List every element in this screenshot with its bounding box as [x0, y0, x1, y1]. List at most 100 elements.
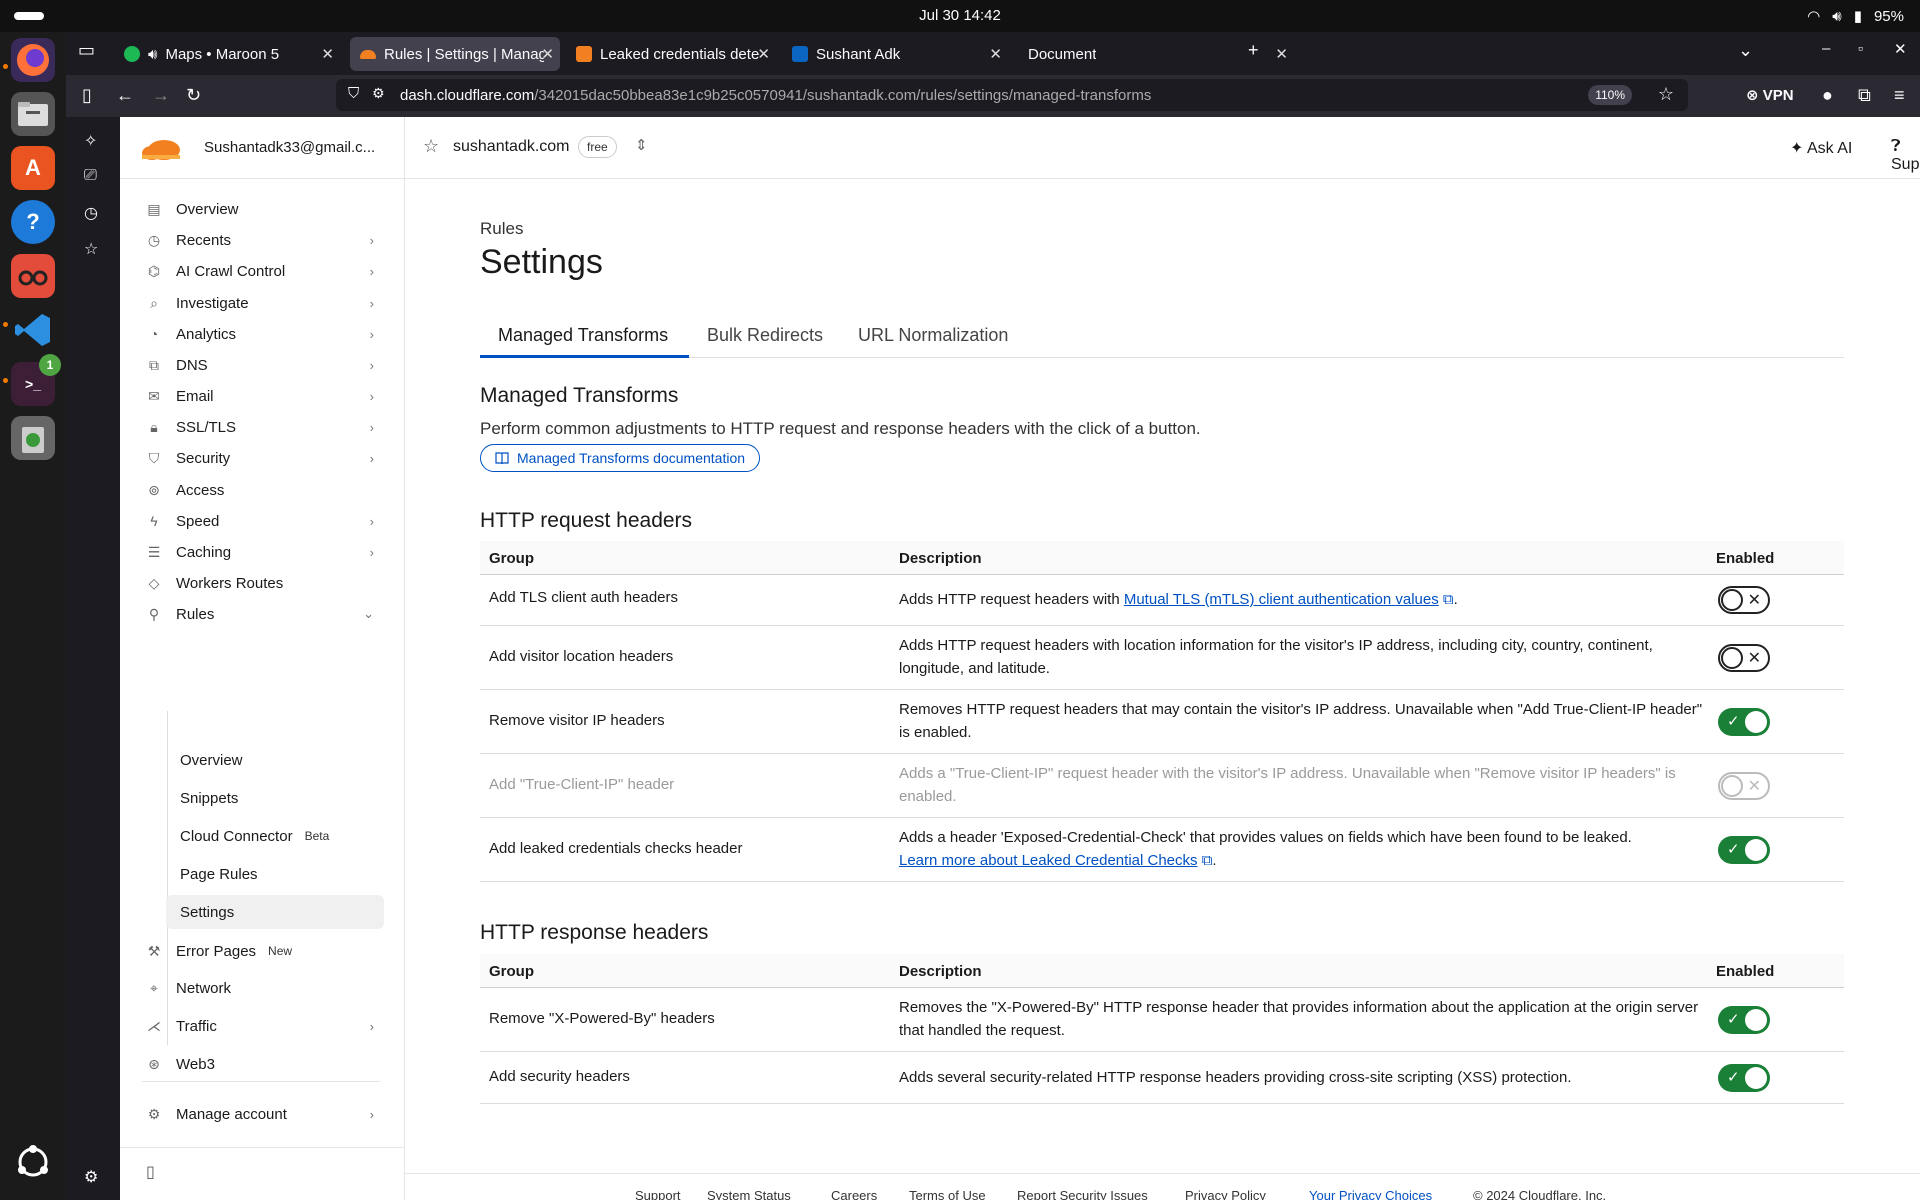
sidebar-item-caching[interactable]: ☰ Caching › [142, 536, 384, 568]
synced-tabs-icon[interactable]: ⎚ [84, 167, 97, 185]
list-tabs-icon[interactable]: ⌄ [1738, 40, 1753, 61]
rules-sub-snippets[interactable]: Snippets [166, 781, 384, 815]
terminal-icon[interactable]: >_ 1 [11, 354, 61, 406]
sidebar-item-dns[interactable]: ⧉ DNS › [142, 349, 384, 381]
clock[interactable]: Jul 30 14:42 [0, 7, 1920, 24]
vscode-icon[interactable] [11, 308, 55, 352]
desc-text: Adds HTTP request headers with [899, 591, 1120, 608]
sidebar-item-overview[interactable]: ▤ Overview [142, 193, 384, 225]
vpn-button[interactable]: ⊗ VPN [1746, 86, 1794, 104]
toggle-visitor-location[interactable]: ✕ [1718, 644, 1770, 672]
tab-managed-transforms[interactable]: Managed Transforms [498, 325, 668, 346]
close-tab-icon[interactable]: ✕ [989, 45, 1002, 63]
rules-sub-cloud-connector[interactable]: Cloud Connector Beta [166, 819, 384, 853]
sidebar-toggle-icon[interactable]: ▯ [82, 85, 92, 106]
favorite-star-icon[interactable]: ☆ [423, 136, 439, 157]
close-tab-icon[interactable]: ✕ [321, 45, 334, 63]
browser-tab-cloudflare[interactable]: Rules | Settings | Manage ✕ [350, 37, 560, 71]
sidebar-item-ai-crawl-control[interactable]: ⌬ AI Crawl Control › [142, 255, 384, 287]
account-avatar-icon[interactable]: ● [1822, 85, 1833, 106]
reload-icon[interactable]: ↻ [186, 85, 201, 106]
clock-icon: ◷ [147, 231, 161, 248]
show-apps-icon[interactable] [11, 1140, 55, 1184]
external-link-icon[interactable]: ⧉ [1443, 591, 1454, 608]
menu-icon[interactable]: ≡ [1894, 85, 1905, 106]
trash-icon[interactable] [11, 416, 55, 460]
zone-name[interactable]: sushantadk.com [453, 138, 570, 156]
shield-icon[interactable]: ⛉ [348, 85, 359, 102]
footer-link-system-status[interactable]: System Status [707, 1188, 791, 1200]
sidebar-item-speed[interactable]: ϟ Speed › [142, 505, 384, 537]
footer-link-terms[interactable]: Terms of Use [909, 1188, 986, 1200]
browser-tab-leaked-credentials[interactable]: Leaked credentials detec ✕ [566, 37, 776, 71]
toggle-leaked-credentials[interactable]: ✓ [1718, 836, 1770, 864]
extensions-icon[interactable]: ⧉ [1858, 85, 1871, 106]
toggle-tls-client-auth[interactable]: ✕ [1718, 586, 1770, 614]
sidebar-item-workers-routes[interactable]: ◇ Workers Routes [142, 567, 384, 599]
minimize-icon[interactable]: – [1822, 40, 1830, 57]
sidebar-item-manage-account[interactable]: ⚙ Manage account › [142, 1098, 384, 1130]
leaked-credentials-link[interactable]: Learn more about Leaked Credential Check… [899, 852, 1198, 869]
toggle-security-headers[interactable]: ✓ [1718, 1064, 1770, 1092]
firefox-icon[interactable] [11, 38, 55, 82]
maximize-icon[interactable]: ▫ [1858, 40, 1863, 56]
account-switcher[interactable]: Sushantadk33@gmail.c... [120, 117, 405, 179]
footer-link-careers[interactable]: Careers [831, 1188, 877, 1200]
rules-sub-settings[interactable]: Settings [166, 895, 384, 929]
zone-switcher-icon[interactable]: ⇕ [635, 136, 648, 154]
ai-chatbot-icon[interactable]: ✧ [84, 131, 97, 151]
sidebar-item-web3[interactable]: ⊛ Web3 [142, 1048, 384, 1080]
close-tab-icon[interactable]: ✕ [541, 45, 554, 63]
back-icon[interactable]: ← [116, 85, 134, 106]
forward-icon[interactable]: → [152, 85, 170, 106]
close-tab-icon[interactable]: ✕ [1275, 45, 1288, 63]
documentation-link-button[interactable]: Managed Transforms documentation [480, 444, 761, 472]
browser-tab-sushant[interactable]: Sushant Adk ✕ [782, 37, 1012, 71]
system-tray[interactable]: ◠ 🔊︎ ▮ 95% [1807, 7, 1904, 26]
footer-link-privacy-policy[interactable]: Privacy Policy [1185, 1188, 1266, 1200]
sidebar-item-recents[interactable]: ◷ Recents › [142, 224, 384, 256]
rules-sub-overview[interactable]: Overview [166, 743, 384, 777]
close-window-icon[interactable]: ✕ [1894, 40, 1907, 58]
sidebar-item-rules[interactable]: ⚲ Rules ⌄ [142, 598, 384, 630]
sidebar-item-security[interactable]: ⛉ Security › [142, 442, 384, 474]
bookmark-star-icon[interactable]: ☆ [1658, 84, 1674, 105]
sidebar-item-analytics[interactable]: ◔ Analytics › [142, 318, 384, 350]
toggle-remove-visitor-ip[interactable]: ✓ [1718, 708, 1770, 736]
ask-ai-button[interactable]: ✦ Ask AI [1790, 138, 1852, 158]
customize-sidebar-icon[interactable]: ⚙ [84, 1167, 98, 1187]
sidebar-item-error-pages[interactable]: ⚒ Error Pages New [142, 935, 384, 967]
sidebar-item-ssl-tls[interactable]: 🔒︎ SSL/TLS › [142, 411, 384, 443]
files-icon[interactable] [11, 92, 55, 136]
mtls-link[interactable]: Mutual TLS (mTLS) client authentication … [1124, 591, 1439, 608]
new-tab-icon[interactable]: + [1248, 40, 1259, 61]
bookmarks-icon[interactable]: ☆ [84, 239, 98, 259]
history-icon[interactable]: ◷ [84, 203, 98, 223]
footer-link-support[interactable]: Support [635, 1188, 681, 1200]
footer-link-security-issues[interactable]: Report Security Issues [1017, 1188, 1148, 1200]
permissions-icon[interactable]: ⚙ [372, 85, 385, 102]
sidebar-item-traffic[interactable]: ⋌ Traffic › [142, 1010, 384, 1042]
help-icon[interactable]: ? [11, 200, 55, 244]
tab-overview-icon[interactable]: ▭ [78, 40, 95, 61]
browser-tab-bar: ▭ 🔊︎ Maps • Maroon 5 ✕ Rules | Settings … [66, 32, 1920, 75]
app-center-icon[interactable]: A [11, 146, 55, 190]
browser-tab-spotify[interactable]: 🔊︎ Maps • Maroon 5 ✕ [114, 37, 344, 71]
sidebar-item-access[interactable]: ⊚ Access [142, 474, 384, 506]
url-bar[interactable]: ⛉ ⚙ dash.cloudflare.com/342015dac50bbea8… [336, 79, 1688, 111]
zoom-level[interactable]: 110% [1588, 85, 1632, 105]
tab-url-normalization[interactable]: URL Normalization [858, 325, 1008, 346]
external-link-icon[interactable]: ⧉ [1202, 852, 1213, 869]
breadcrumb[interactable]: Rules [480, 219, 523, 239]
toggle-remove-x-powered-by[interactable]: ✓ [1718, 1006, 1770, 1034]
rules-sub-page-rules[interactable]: Page Rules [166, 857, 384, 891]
sidebar-item-email[interactable]: ✉ Email › [142, 380, 384, 412]
sidebar-item-investigate[interactable]: ⌕ Investigate › [142, 287, 384, 319]
reader-app-icon[interactable] [11, 254, 55, 298]
footer-link-privacy-choices[interactable]: Your Privacy Choices [1309, 1188, 1432, 1200]
collapse-sidebar-icon[interactable]: ▯ [146, 1162, 155, 1182]
tab-bulk-redirects[interactable]: Bulk Redirects [707, 325, 823, 346]
support-button[interactable]: ❓︎ Support [1891, 138, 1920, 174]
sidebar-item-network[interactable]: ⌖ Network [142, 972, 384, 1004]
close-tab-icon[interactable]: ✕ [757, 45, 770, 63]
